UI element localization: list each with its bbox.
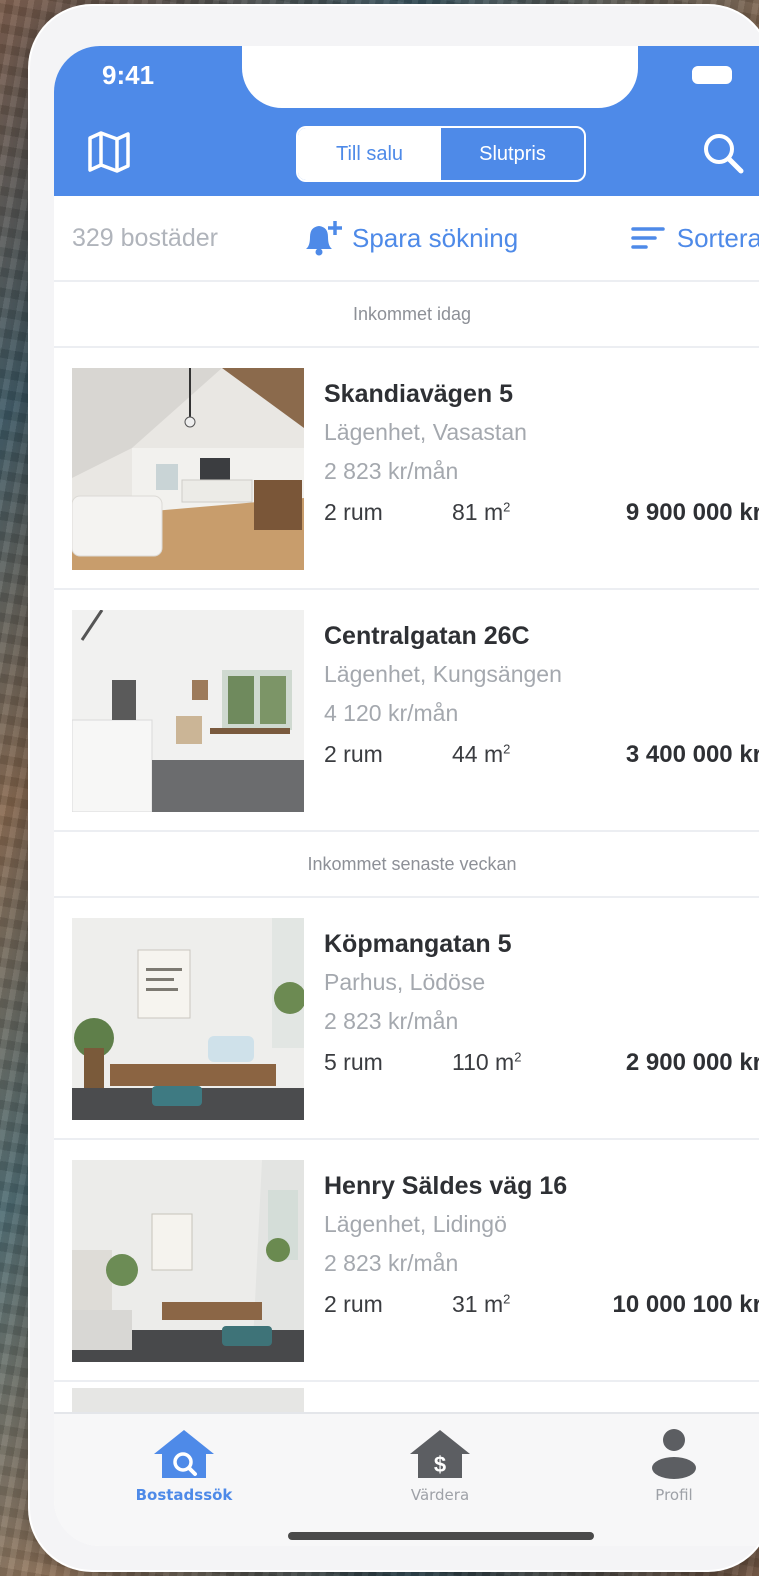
listing-stats: 2 rum 31 m2 10 000 100 kr xyxy=(324,1291,759,1323)
app-screen: 9:41 Till salu Slutpris 329 bostäder Spa… xyxy=(54,46,759,1546)
section-header-today: Inkommet idag xyxy=(54,282,759,348)
segment-till-salu[interactable]: Till salu xyxy=(298,128,441,180)
listing-price: 3 400 000 kr xyxy=(625,741,759,768)
sort-button[interactable]: Sortera xyxy=(630,222,759,254)
segment-slutpris[interactable]: Slutpris xyxy=(441,128,584,180)
tab-profil[interactable]: Profil xyxy=(594,1428,754,1504)
device-notch xyxy=(242,46,638,108)
listing-mode-segment: Till salu Slutpris xyxy=(296,126,586,182)
house-search-icon xyxy=(154,1430,214,1478)
listing-fee: 2 823 kr/mån xyxy=(324,458,459,484)
listing-price: 2 900 000 kr xyxy=(625,1049,759,1076)
listing-card[interactable]: Skandiavägen 5 Lägenhet, Vasastan 2 823 … xyxy=(54,348,759,590)
listing-stats: 2 rum 81 m2 9 900 000 kr xyxy=(324,499,759,531)
listing-info: Köpmangatan 5 Parhus, Lödöse 2 823 kr/må… xyxy=(324,930,759,1081)
listing-stats: 2 rum 44 m2 3 400 000 kr xyxy=(324,741,759,773)
house-dollar-icon: $ xyxy=(410,1430,470,1478)
listing-type-area: Lägenhet, Lidingö xyxy=(324,1211,507,1237)
listing-card[interactable]: Henry Säldes väg 16 Lägenhet, Lidingö 2 … xyxy=(54,1140,759,1382)
map-button[interactable] xyxy=(86,130,132,174)
listing-info: Centralgatan 26C Lägenhet, Kungsängen 4 … xyxy=(324,622,759,773)
listing-info: Skandiavägen 5 Lägenhet, Vasastan 2 823 … xyxy=(324,380,759,531)
home-indicator xyxy=(288,1532,594,1540)
listing-price: 9 900 000 kr xyxy=(625,499,759,526)
search-button[interactable] xyxy=(700,130,746,176)
listing-photo xyxy=(72,610,304,812)
listing-photo xyxy=(72,1160,304,1362)
listing-type-area: Parhus, Lödöse xyxy=(324,969,486,995)
tab-label: Bostadssök xyxy=(135,1486,233,1504)
save-search-button[interactable]: Spara sökning xyxy=(300,219,518,257)
sort-icon xyxy=(630,227,665,249)
listing-photo xyxy=(72,918,304,1120)
listing-type-area: Lägenhet, Kungsängen xyxy=(324,661,562,687)
status-time: 9:41 xyxy=(102,60,155,90)
listing-area: 81 m2 xyxy=(452,499,511,525)
listing-rooms: 2 rum xyxy=(324,1291,383,1317)
listing-address: Skandiavägen 5 xyxy=(324,380,513,408)
listing-info: Henry Säldes väg 16 Lägenhet, Lidingö 2 … xyxy=(324,1172,759,1323)
listing-price: 10 000 100 kr xyxy=(612,1291,759,1318)
svg-text:$: $ xyxy=(434,1452,446,1477)
bottom-tab-bar: Bostadssök $ Värdera Profil xyxy=(54,1412,759,1546)
listing-type-area: Lägenhet, Vasastan xyxy=(324,419,527,445)
listing-fee: 2 823 kr/mån xyxy=(324,1008,459,1034)
sort-label: Sortera xyxy=(676,222,759,253)
tab-label: Profil xyxy=(655,1486,693,1504)
listing-rooms: 2 rum xyxy=(324,741,383,767)
results-toolbar: 329 bostäder Spara sökning Sortera xyxy=(54,196,759,282)
listing-address: Henry Säldes väg 16 xyxy=(324,1172,568,1200)
listing-area: 44 m2 xyxy=(452,741,511,767)
listing-rooms: 5 rum xyxy=(324,1049,383,1075)
listing-photo xyxy=(72,368,304,570)
listing-fee: 2 823 kr/mån xyxy=(324,1250,459,1276)
person-icon xyxy=(652,1429,696,1479)
listing-rooms: 2 rum xyxy=(324,499,383,525)
listing-area: 110 m2 xyxy=(452,1049,522,1075)
section-header-week: Inkommet senaste veckan xyxy=(54,832,759,898)
header-bar: 9:41 Till salu Slutpris xyxy=(54,46,759,196)
listing-card[interactable]: Köpmangatan 5 Parhus, Lödöse 2 823 kr/må… xyxy=(54,898,759,1140)
phone-frame: 9:41 Till salu Slutpris 329 bostäder Spa… xyxy=(30,6,759,1570)
tab-bostadssok[interactable]: Bostadssök xyxy=(104,1428,264,1504)
results-count: 329 bostäder xyxy=(72,223,218,252)
tab-vardera[interactable]: $ Värdera xyxy=(360,1428,520,1504)
listing-address: Centralgatan 26C xyxy=(324,622,530,650)
listing-address: Köpmangatan 5 xyxy=(324,930,512,958)
listing-fee: 4 120 kr/mån xyxy=(324,700,459,726)
battery-icon xyxy=(692,66,732,84)
search-icon xyxy=(704,134,744,174)
save-search-label: Spara sökning xyxy=(352,222,519,253)
listing-stats: 5 rum 110 m2 2 900 000 kr xyxy=(324,1049,759,1081)
tab-label: Värdera xyxy=(410,1486,470,1504)
listing-card[interactable]: Centralgatan 26C Lägenhet, Kungsängen 4 … xyxy=(54,590,759,832)
bell-plus-icon xyxy=(306,221,342,256)
listing-area: 31 m2 xyxy=(452,1291,511,1317)
map-icon xyxy=(88,131,130,173)
